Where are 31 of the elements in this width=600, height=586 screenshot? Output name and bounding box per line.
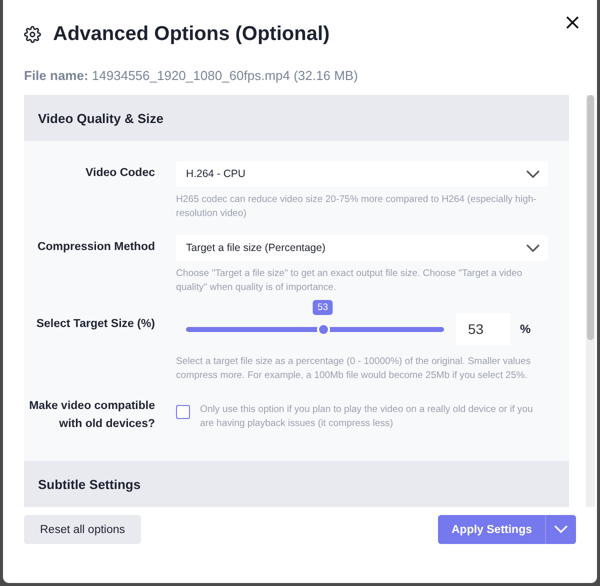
select-field[interactable]: Target a file size (Percentage): [176, 235, 548, 261]
chevron-down-icon: [526, 244, 540, 252]
help-text: H265 codec can reduce video size 20-75% more compared to H264 (especially high-resolution video): [176, 193, 538, 221]
field-label: Compression Method: [36, 240, 155, 255]
chevron-down-icon: [554, 525, 568, 534]
field-label: Select Target Size (%): [35, 317, 155, 332]
slider-value-bubble: 53: [312, 300, 334, 314]
select-value: Target a file size (Percentage): [186, 242, 326, 254]
checkbox[interactable]: [176, 405, 190, 419]
select-field[interactable]: H.264 - CPU: [176, 161, 548, 187]
select-value: H.264 - CPU: [186, 168, 246, 180]
file-name-label: File name:: [24, 68, 88, 83]
number-field[interactable]: 53: [456, 313, 510, 345]
field-label: Make video compatible with old devices?: [28, 399, 155, 432]
file-name-value: 14934556_1920_1080_60fps.mp4 (32.16 MB): [92, 68, 358, 83]
chevron-down-icon: [526, 170, 540, 178]
section-header[interactable]: Subtitle Settings: [24, 461, 569, 507]
dialog-title: Advanced Options (Optional): [53, 22, 330, 46]
scrollbar[interactable]: [586, 95, 595, 507]
close-button[interactable]: [566, 16, 579, 29]
slider-thumb[interactable]: [316, 322, 330, 336]
section-header[interactable]: Video Quality & Size: [24, 95, 569, 141]
unit-label: %: [520, 322, 531, 336]
help-text: Choose "Target a file size" to get an exact output file size. Choose "Target a video quality" when quality is of importance.: [176, 267, 524, 295]
section-title: Video Quality & Size: [38, 110, 164, 126]
field-label: Video Codec: [84, 166, 155, 181]
help-text: Select a target file size as a percentage (0 - 10000%) of the original. Smaller values compress more. For example, a 100Mb file would become 25Mb if you select 25%.: [176, 355, 532, 383]
section-title: Subtitle Settings: [38, 476, 141, 492]
settings-icon: [24, 26, 41, 42]
help-text: Only use this option if you plan to play the video on a really old device or if you are having playback issues (it compress less): [200, 403, 534, 431]
reset-button[interactable]: Reset all options: [24, 515, 142, 544]
